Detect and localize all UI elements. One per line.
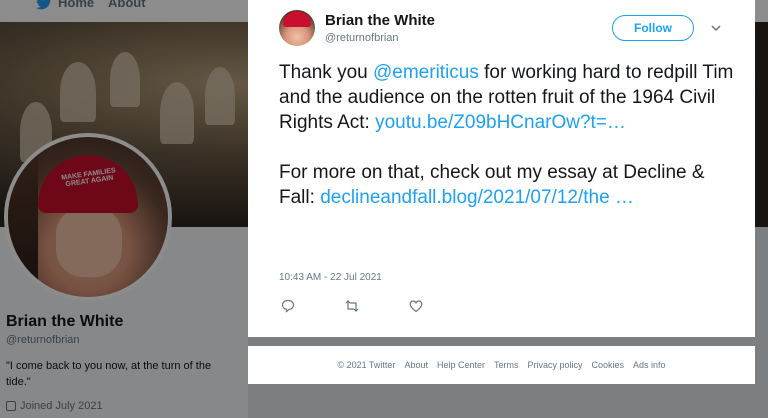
retweet-icon	[345, 300, 359, 312]
tweet-author-avatar[interactable]	[279, 10, 315, 46]
red-hat-shape	[283, 11, 311, 27]
tweet-text: Thank you @emeriticus for working hard t…	[279, 60, 744, 210]
modal-footer: © 2021 Twitter About Help Center Terms P…	[248, 346, 755, 384]
youtube-link[interactable]: youtu.be/Z09bHCnarOw?t=…	[375, 112, 626, 133]
chevron-down-icon[interactable]	[710, 22, 722, 34]
tweet-text-part: Thank you	[279, 62, 373, 83]
footer-link-about[interactable]: About	[404, 360, 428, 370]
footer-link-ads-info[interactable]: Ads info	[633, 360, 666, 370]
footer-link-help-center[interactable]: Help Center	[437, 360, 485, 370]
tweet-author-name[interactable]: Brian the White	[325, 12, 435, 29]
follow-button[interactable]: Follow	[612, 15, 694, 41]
reply-button[interactable]	[281, 298, 345, 314]
tweet-actions	[281, 298, 473, 314]
reply-icon	[281, 299, 295, 313]
tweet-author-handle[interactable]: @returnofbrian	[325, 32, 399, 44]
tweet-timestamp[interactable]: 10:43 AM - 22 Jul 2021	[279, 272, 382, 283]
footer-link-cookies[interactable]: Cookies	[592, 360, 625, 370]
footer-copyright: © 2021 Twitter	[337, 360, 396, 370]
like-icon	[409, 300, 423, 313]
footer-link-privacy[interactable]: Privacy policy	[528, 360, 583, 370]
like-button[interactable]	[409, 298, 473, 314]
blog-link[interactable]: declineandfall.blog/2021/07/12/the …	[320, 187, 634, 208]
footer-link-terms[interactable]: Terms	[494, 360, 519, 370]
mention-link[interactable]: @emeriticus	[373, 62, 479, 83]
retweet-button[interactable]	[345, 298, 409, 314]
tweet-modal: Brian the White @returnofbrian Follow Th…	[248, 0, 755, 337]
